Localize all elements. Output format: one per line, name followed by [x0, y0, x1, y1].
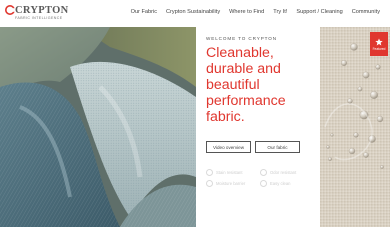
logo-mark-icon [5, 5, 15, 15]
feature-item: Moisture barrier [206, 180, 245, 187]
site-header: CRYPTON FABRIC INTELLIGENCE Our Fabric C… [0, 0, 390, 27]
feature-item: Stain resistant [206, 169, 243, 176]
nav-item-community[interactable]: Community [352, 9, 380, 15]
shield-icon [206, 180, 213, 187]
video-overview-button[interactable]: Video overview [206, 141, 251, 153]
fabric-photo [0, 27, 196, 227]
nav-item-sustainability[interactable]: Crypton Sustainability [166, 9, 220, 15]
nav-item-support-cleaning[interactable]: Support / Cleaning [296, 9, 342, 15]
nav-item-our-fabric[interactable]: Our Fabric [131, 9, 157, 15]
logo-tagline: FABRIC INTELLIGENCE [15, 16, 63, 20]
hero-eyebrow: WELCOME TO CRYPTON [206, 36, 277, 41]
feature-label: Easy clean [270, 181, 291, 186]
crypton-logo[interactable]: CRYPTON FABRIC INTELLIGENCE [5, 4, 69, 24]
leaf-icon [260, 169, 267, 176]
logo-wordmark: CRYPTON [15, 5, 69, 16]
star-icon [375, 37, 383, 45]
hero-text-panel: WELCOME TO CRYPTON Cleanable, durable an… [196, 27, 320, 227]
featured-badge[interactable]: Featured [370, 32, 388, 56]
feature-label: Stain resistant [216, 170, 243, 175]
hero-headline: Cleanable, durable and beautiful perform… [206, 45, 286, 125]
hero-section: WELCOME TO CRYPTON Cleanable, durable an… [0, 27, 390, 227]
footer-strip [0, 227, 390, 240]
main-nav: Our Fabric Crypton Sustainability Where … [131, 9, 380, 15]
feature-item: Odor resistant [260, 169, 296, 176]
feature-label: Odor resistant [270, 170, 297, 175]
drop-icon [206, 169, 213, 176]
sparkle-icon [260, 180, 267, 187]
nav-item-try-it[interactable]: Try It! [273, 9, 287, 15]
fabric-photo-art [0, 27, 196, 227]
feature-item: Easy clean [260, 180, 290, 187]
feature-label: Moisture barrier [216, 181, 246, 186]
nav-item-where-to-find[interactable]: Where to Find [229, 9, 264, 15]
badge-label: Featured [372, 46, 386, 51]
droplets-photo-art [320, 27, 390, 227]
our-fabric-button[interactable]: Our fabric [255, 141, 300, 153]
water-droplets-photo: Featured [320, 27, 390, 227]
